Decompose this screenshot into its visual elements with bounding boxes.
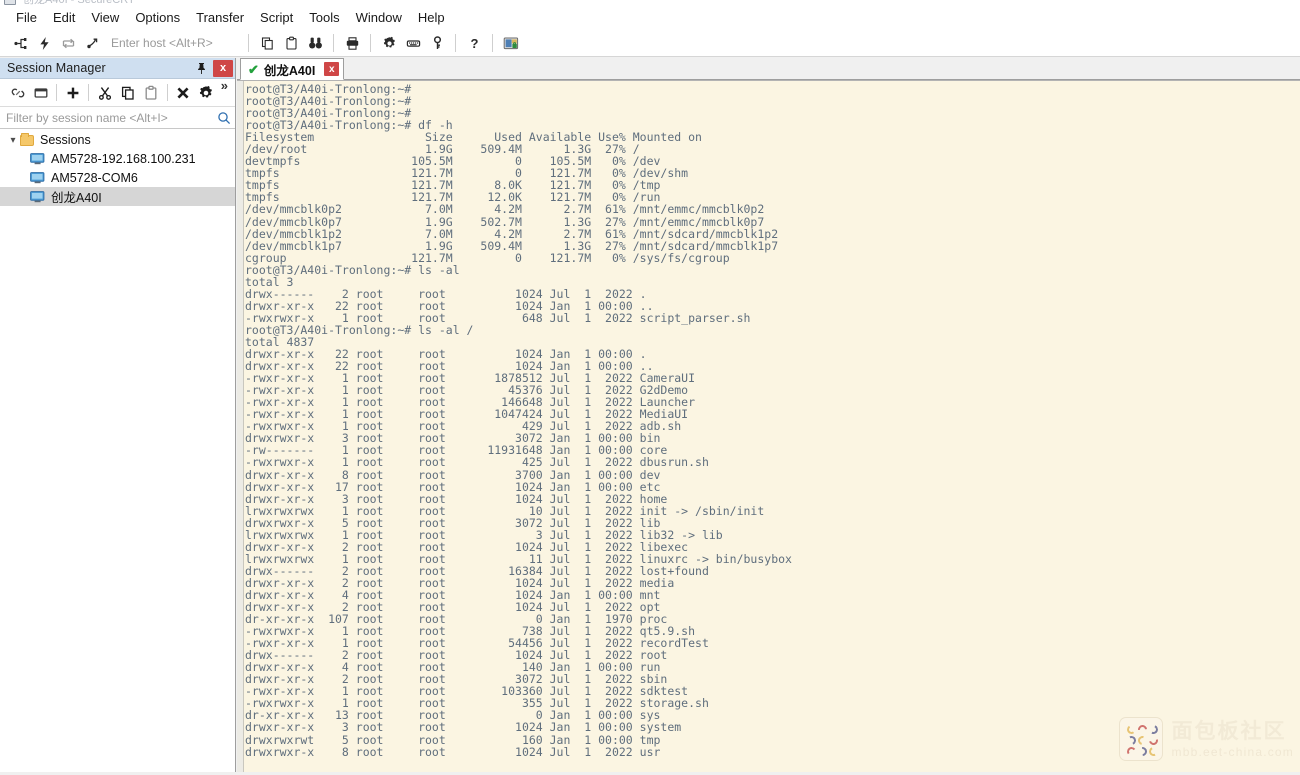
app-icon <box>4 0 16 5</box>
svg-text:?: ? <box>470 36 478 51</box>
sidebar-item-a40i[interactable]: 创龙A40I <box>0 187 235 206</box>
connect-link-icon[interactable] <box>7 82 28 104</box>
pin-icon[interactable] <box>192 59 210 77</box>
menu-view[interactable]: View <box>83 7 127 28</box>
check-icon: ✔ <box>248 61 259 77</box>
session-manager-panel: Session Manager x » Filter by session na… <box>0 58 236 775</box>
sidebar-item-am5728-ip[interactable]: AM5728-192.168.100.231 <box>0 149 235 168</box>
keymap-icon[interactable] <box>402 33 424 54</box>
terminal-gutter <box>237 81 244 775</box>
paste-icon[interactable] <box>280 33 302 54</box>
menu-script[interactable]: Script <box>252 7 301 28</box>
session-label: AM5728-COM6 <box>51 170 138 185</box>
main-toolbar: Enter host <Alt+R> ? <box>0 30 1300 57</box>
sm-divider-1 <box>56 84 58 101</box>
session-manager-close-button[interactable]: x <box>213 59 233 77</box>
host-input[interactable]: Enter host <Alt+R> <box>110 34 242 53</box>
toolbar-divider-5 <box>492 34 493 52</box>
tab-label: 创龙A40I <box>263 63 316 78</box>
properties-icon[interactable] <box>196 82 217 104</box>
toolbar-divider-1 <box>248 34 249 52</box>
search-icon[interactable] <box>217 111 231 125</box>
toolbar-divider-2 <box>333 34 334 52</box>
sidebar-item-am5728-com6[interactable]: AM5728-COM6 <box>0 168 235 187</box>
folder-icon <box>20 132 34 146</box>
session-label: 创龙A40I <box>51 191 102 205</box>
menu-help[interactable]: Help <box>410 7 453 28</box>
toolbar-divider-3 <box>370 34 371 52</box>
copy-icon[interactable] <box>117 82 138 104</box>
new-window-icon[interactable] <box>30 82 51 104</box>
find-icon[interactable] <box>304 33 326 54</box>
tree-node-sessions[interactable]: ▾ Sessions <box>0 131 235 149</box>
settings-icon[interactable] <box>378 33 400 54</box>
menu-window[interactable]: Window <box>348 7 410 28</box>
screen-lock-icon[interactable] <box>500 33 522 54</box>
menu-edit[interactable]: Edit <box>45 7 83 28</box>
tab-a40i[interactable]: ✔ 创龙A40I x <box>240 58 345 80</box>
sm-divider-2 <box>88 84 90 101</box>
session-tree: ▾ Sessions AM5728-192.168.100.231 AM5728… <box>0 129 235 206</box>
monitor-icon <box>30 190 45 203</box>
tab-strip: ✔ 创龙A40I x <box>237 58 1300 80</box>
menu-tools[interactable]: Tools <box>301 7 347 28</box>
menubar: File Edit View Options Transfer Script T… <box>0 6 1300 30</box>
session-manager-header: Session Manager x <box>0 58 235 79</box>
delete-icon[interactable] <box>173 82 194 104</box>
reconnect-icon[interactable] <box>57 33 79 54</box>
chevron-down-icon[interactable]: ▾ <box>6 135 20 146</box>
monitor-icon <box>30 171 45 184</box>
tab-close-button[interactable]: x <box>324 62 340 76</box>
connect-icon[interactable] <box>9 33 31 54</box>
menu-file[interactable]: File <box>8 7 45 28</box>
quick-connect-icon[interactable] <box>33 33 55 54</box>
session-filter-row: Filter by session name <Alt+I> <box>0 107 235 129</box>
toolbar-overflow-button[interactable]: » <box>218 79 231 93</box>
securecrt-window: 创龙A40I - SecureCRT File Edit View Option… <box>0 0 1300 775</box>
sm-divider-3 <box>166 84 168 101</box>
tree-root-label: Sessions <box>40 133 91 147</box>
connect-sftp-icon[interactable] <box>81 33 103 54</box>
print-icon[interactable] <box>341 33 363 54</box>
toolbar-divider-4 <box>455 34 456 52</box>
copy-icon[interactable] <box>256 33 278 54</box>
session-filter-input[interactable]: Filter by session name <Alt+I> <box>6 111 217 125</box>
terminal-panel[interactable]: root@T3/A40i-Tronlong:~# root@T3/A40i-Tr… <box>237 80 1300 775</box>
menu-options[interactable]: Options <box>127 7 188 28</box>
session-manager-toolbar: » <box>0 79 235 107</box>
help-icon[interactable]: ? <box>463 33 485 54</box>
session-label: AM5728-192.168.100.231 <box>51 151 196 166</box>
cut-icon[interactable] <box>94 82 115 104</box>
key-icon[interactable] <box>426 33 448 54</box>
menu-transfer[interactable]: Transfer <box>188 7 252 28</box>
paste-icon[interactable] <box>140 82 161 104</box>
session-manager-title: Session Manager <box>7 61 106 75</box>
monitor-icon <box>30 152 45 165</box>
add-icon[interactable] <box>62 82 83 104</box>
terminal-output[interactable]: root@T3/A40i-Tronlong:~# root@T3/A40i-Tr… <box>245 83 1300 775</box>
